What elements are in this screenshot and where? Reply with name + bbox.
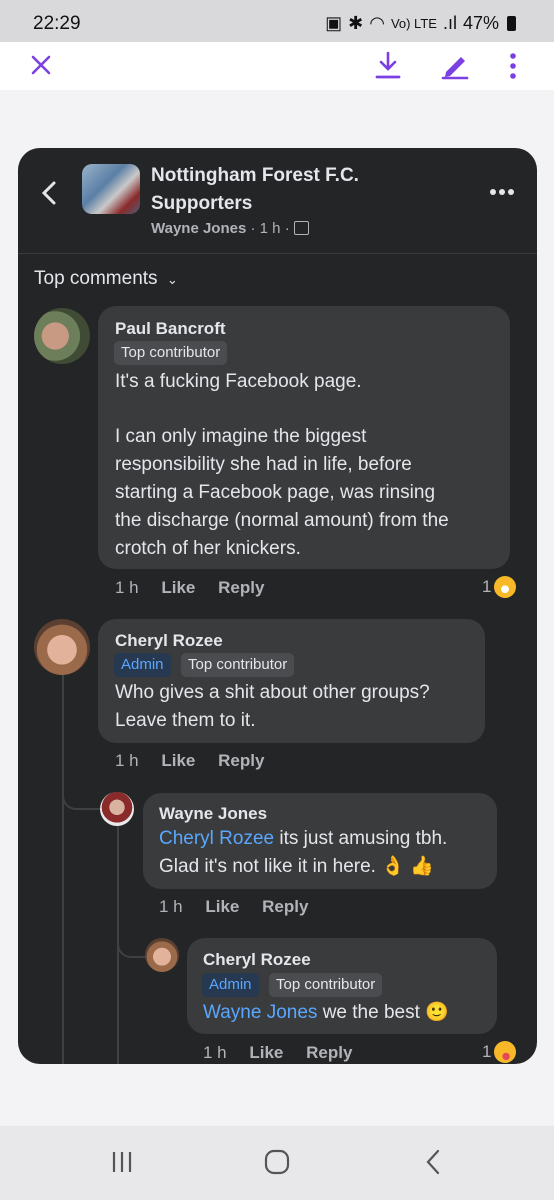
thread-line <box>62 674 64 1064</box>
comment-line: the discharge (normal amount) from the <box>115 510 449 531</box>
comment-time: 1 h <box>159 897 183 916</box>
commenter-name[interactable]: Cheryl Rozee <box>115 631 223 651</box>
comment-line: Wayne Jones we the best 🙂 <box>203 999 449 1027</box>
reply-button[interactable]: Reply <box>218 578 264 597</box>
avatar[interactable] <box>34 619 90 675</box>
avatar[interactable] <box>34 308 90 364</box>
mention-link[interactable]: Wayne Jones <box>203 1002 317 1023</box>
admin-badge: Admin <box>114 653 171 677</box>
navigation-bar <box>0 1126 554 1200</box>
admin-badge: Admin <box>202 973 259 997</box>
reaction-count: 1 <box>482 1042 492 1061</box>
comment-line: Glad it's not like it in here. 👌 👍 <box>159 853 434 881</box>
close-icon[interactable] <box>30 54 52 76</box>
like-button[interactable]: Like <box>161 578 195 597</box>
top-contributor-badge: Top contributor <box>114 341 228 365</box>
top-contributor-badge: Top contributor <box>181 653 295 677</box>
reaction-summary[interactable]: 1 <box>482 576 517 598</box>
chevron-down-icon: ⌄ <box>166 272 178 287</box>
thread-branch-nested <box>117 936 147 958</box>
battery-percent: 47% <box>462 13 499 33</box>
sort-dropdown[interactable]: Top comments ⌄ <box>34 268 178 290</box>
reply-button[interactable]: Reply <box>262 897 308 916</box>
post-meta: Wayne Jones · 1 h · <box>151 220 309 237</box>
vertical-dots-icon[interactable] <box>508 52 518 80</box>
comment-line: crotch of her knickers. <box>115 538 301 559</box>
comment-text: Glad it's not like it in here. <box>159 856 376 877</box>
comment-time: 1 h <box>203 1043 227 1062</box>
sim-icon: ▣ <box>325 13 343 33</box>
home-icon[interactable] <box>264 1149 290 1175</box>
reply-button[interactable]: Reply <box>306 1043 352 1062</box>
pencil-icon[interactable] <box>440 50 470 80</box>
comment-line: I can only imagine the biggest <box>115 426 367 447</box>
comment-time: 1 h <box>115 751 139 770</box>
back-icon[interactable] <box>424 1149 442 1175</box>
mention-link[interactable]: Cheryl Rozee <box>159 828 274 849</box>
comment-text: its just amusing tbh. <box>274 828 448 849</box>
comment-text: we the best <box>317 1002 420 1023</box>
comment-actions: 1 h Like Reply <box>203 1043 370 1063</box>
battery-icon <box>507 16 516 31</box>
comment-line: Cheryl Rozee its just amusing tbh. <box>159 825 447 853</box>
thread-branch <box>62 788 104 810</box>
top-contributor-badge: Top contributor <box>269 973 383 997</box>
reply-button[interactable]: Reply <box>218 751 264 770</box>
back-chevron-icon[interactable] <box>40 180 58 206</box>
comment-actions: 1 h Like Reply <box>115 751 282 771</box>
group-name-line1[interactable]: Nottingham Forest F.C. <box>151 165 359 187</box>
comment-line: starting a Facebook page, was rinsing <box>115 482 436 503</box>
download-icon[interactable] <box>374 50 402 80</box>
comment-actions: 1 h Like Reply <box>159 897 326 917</box>
network-label: Vo) LTE <box>390 16 437 31</box>
comment-line: Who gives a shit about other groups? <box>115 682 430 703</box>
post-card: Nottingham Forest F.C. Supporters Wayne … <box>18 148 537 1064</box>
reaction-count: 1 <box>482 577 492 596</box>
post-time: 1 h <box>259 220 281 237</box>
comment-actions: 1 h Like Reply <box>115 578 282 598</box>
haha-reaction-icon <box>494 576 517 598</box>
signal-icon: .ıl <box>442 13 457 33</box>
comment-line: It's a fucking Facebook page. <box>115 371 362 392</box>
post-author[interactable]: Wayne Jones <box>151 220 246 237</box>
viewer-toolbar <box>0 42 554 90</box>
meta-separator: · <box>250 220 256 237</box>
reaction-summary[interactable]: 1 <box>482 1041 517 1063</box>
commenter-name[interactable]: Wayne Jones <box>159 804 267 824</box>
comment-line: responsibility she had in life, before <box>115 454 412 475</box>
status-time: 22:29 <box>33 13 81 34</box>
status-bar: 22:29 ▣ ✱ ◠ Vo) LTE .ıl 47% <box>0 0 554 42</box>
like-button[interactable]: Like <box>205 897 239 916</box>
commenter-name[interactable]: Cheryl Rozee <box>203 950 311 970</box>
emoji-ok-thumbs: 👌 👍 <box>381 856 434 877</box>
bluetooth-icon: ✱ <box>348 13 364 33</box>
commenter-name[interactable]: Paul Bancroft <box>115 319 226 339</box>
recents-icon[interactable] <box>110 1150 134 1174</box>
status-icons: ▣ ✱ ◠ Vo) LTE .ıl 47% <box>325 13 516 34</box>
comment-time: 1 h <box>115 578 139 597</box>
avatar[interactable] <box>100 792 134 826</box>
wink-tongue-reaction-icon <box>494 1041 517 1063</box>
like-button[interactable]: Like <box>161 751 195 770</box>
group-avatar[interactable] <box>82 164 140 214</box>
sort-label: Top comments <box>34 268 158 289</box>
comment-line: Leave them to it. <box>115 710 256 731</box>
header-divider <box>18 253 537 254</box>
meta-separator-2: · <box>284 220 290 237</box>
like-button[interactable]: Like <box>249 1043 283 1062</box>
avatar[interactable] <box>145 938 179 972</box>
emoji-smile: 🙂 <box>425 1002 449 1023</box>
group-name-line2[interactable]: Supporters <box>151 193 252 215</box>
wifi-icon: ◠ <box>369 13 385 33</box>
more-horizontal-icon[interactable] <box>489 188 515 196</box>
group-privacy-icon <box>293 221 309 235</box>
